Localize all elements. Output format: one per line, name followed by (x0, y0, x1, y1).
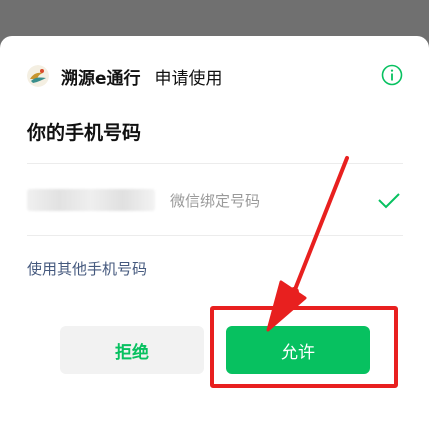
request-text: 申请使用 (154, 68, 223, 89)
divider-bottom (27, 235, 403, 236)
authorization-sheet: 溯源e通行 申请使用 你的手机号码 微信绑定号码 使用其他手机号码 拒绝 允许 (0, 36, 429, 439)
allow-button[interactable]: 允许 (226, 326, 370, 374)
app-name: 溯源e通行 (61, 68, 141, 89)
use-other-phone-link[interactable]: 使用其他手机号码 (27, 258, 147, 279)
phone-label: 微信绑定号码 (170, 192, 261, 210)
reject-button[interactable]: 拒绝 (60, 326, 204, 374)
phone-option-wechat[interactable]: 微信绑定号码 (27, 164, 403, 236)
info-circle-icon[interactable] (381, 64, 403, 86)
page-title: 你的手机号码 (27, 122, 142, 144)
masked-phone-number (27, 189, 155, 211)
app-logo-icon (27, 65, 49, 87)
dimmed-backdrop[interactable] (0, 0, 429, 40)
checkmark-icon (377, 188, 401, 212)
sheet-header: 溯源e通行 申请使用 (27, 62, 403, 90)
